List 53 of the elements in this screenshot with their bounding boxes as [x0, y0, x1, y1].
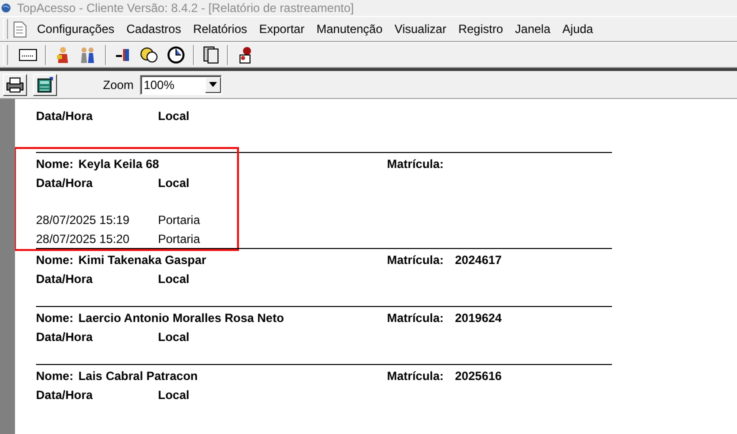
- matricula-label: Matrícula:: [387, 310, 444, 324]
- name-label: Nome:: [36, 252, 74, 266]
- calculator-button[interactable]: [33, 74, 57, 96]
- name-label: Nome:: [36, 310, 74, 324]
- menu-item[interactable]: Exportar: [253, 22, 310, 36]
- calculator-icon: [37, 76, 53, 92]
- menu-item[interactable]: Configurações: [31, 22, 120, 36]
- person-name: Lais Cabral Patracon: [78, 368, 198, 382]
- person-name: Laercio Antonio Moralles Rosa Neto: [78, 310, 284, 324]
- column-header: Data/Hora: [36, 388, 94, 402]
- column-header: Data/Hora: [36, 330, 94, 344]
- matricula-label: Matrícula:: [387, 368, 444, 382]
- matricula-label: Matrícula:: [387, 156, 444, 170]
- door-icon[interactable]: [115, 47, 131, 63]
- people-icon[interactable]: [79, 46, 97, 64]
- menu-item[interactable]: Manutenção: [310, 22, 389, 36]
- column-header: Data/Hora: [36, 176, 94, 190]
- name-label: Nome:: [36, 156, 74, 170]
- menu-item[interactable]: Relatórios: [187, 22, 254, 36]
- column-header: Local: [158, 272, 190, 286]
- printer-icon: [6, 76, 24, 92]
- location-cell: Portaria: [158, 232, 200, 246]
- person-name: Keyla Keila 68: [78, 156, 160, 170]
- zoom-label: Zoom: [103, 78, 134, 92]
- zoom-dropdown[interactable]: 100%: [140, 74, 222, 94]
- menu-item[interactable]: Cadastros: [120, 22, 188, 36]
- column-header: Local: [158, 388, 190, 402]
- column-header: Local: [158, 176, 190, 190]
- globe-icon: [1, 3, 11, 13]
- menu-item[interactable]: Registro: [452, 22, 510, 36]
- document-icon[interactable]: [13, 20, 27, 38]
- person-name: Kimi Takenaka Gaspar: [78, 252, 206, 266]
- column-header: Data/Hora: [36, 272, 94, 286]
- matricula-value: 2019624: [455, 310, 502, 324]
- documents-icon[interactable]: [203, 46, 219, 64]
- clock-icon[interactable]: [167, 46, 185, 64]
- matricula-label: Matrícula:: [387, 252, 444, 266]
- location-cell: Portaria: [158, 212, 200, 226]
- menu-item[interactable]: Ajuda: [556, 22, 600, 36]
- datetime-cell-text: 28/07/2025 15:20: [36, 232, 130, 246]
- keyboard-icon[interactable]: [19, 49, 37, 61]
- column-header: Local: [158, 108, 190, 122]
- name-label: Nome:: [36, 368, 74, 382]
- matricula-value: 2024617: [455, 252, 502, 266]
- column-header: Local: [158, 330, 190, 344]
- matricula-value: 2025616: [455, 368, 502, 382]
- datetime-cell-text: 28/07/2025 15:19: [36, 212, 130, 226]
- caret-icon: [208, 82, 217, 87]
- column-header: Data/Hora: [36, 108, 94, 122]
- menu-item[interactable]: Janela: [509, 22, 556, 36]
- window-title: TopAcesso - Cliente Versão: 8.4.2 - [Relatório de rastreamento]: [17, 1, 354, 15]
- print-button[interactable]: [3, 74, 27, 96]
- menu-item[interactable]: Visualizar: [388, 22, 452, 36]
